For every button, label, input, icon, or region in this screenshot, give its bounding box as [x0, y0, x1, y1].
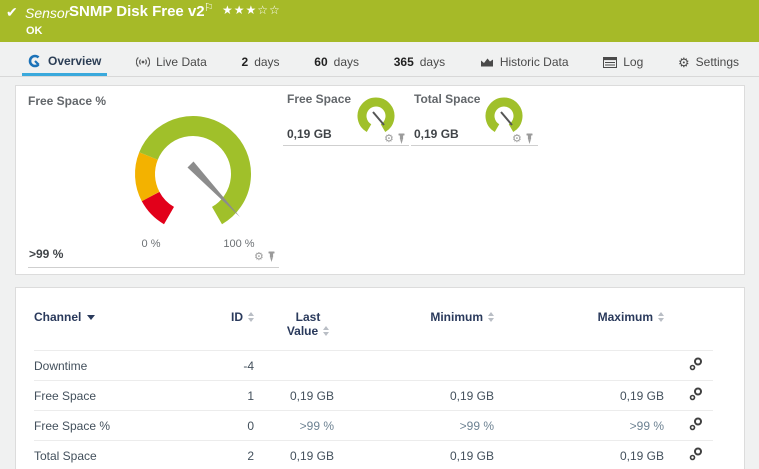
area-chart-icon [480, 58, 493, 67]
channel-name: Free Space [34, 380, 204, 411]
sensor-type-label: Sensor [25, 5, 70, 21]
tab-label: days [254, 55, 280, 69]
free-space-value: 0,19 GB [287, 127, 332, 141]
tab-label: Historic Data [499, 55, 569, 69]
cell-divider [283, 145, 409, 146]
sort-icon [323, 325, 330, 336]
channel-last-value [254, 350, 334, 381]
channel-minimum: >99 % [459, 418, 494, 433]
gauge-settings-gear-icon[interactable]: ⚙ [384, 133, 394, 145]
cell-divider [28, 267, 279, 268]
channel-gears-icon [689, 447, 702, 461]
tab-label: Live Data [156, 55, 207, 69]
table-row: Free Space % 0 >99 % >99 % >99 % [34, 410, 713, 441]
channel-id: 0 [204, 410, 254, 441]
cell-divider [411, 145, 538, 146]
pin-icon[interactable] [397, 133, 406, 145]
status-ok-check-icon: ✔ [6, 4, 18, 20]
channel-last-value: 0,19 GB [254, 380, 334, 411]
channel-settings-button[interactable] [689, 357, 713, 374]
stars-empty[interactable]: ☆☆ [257, 3, 281, 17]
tab-label: Overview [48, 53, 102, 68]
gauge-settings-gear-icon[interactable]: ⚙ [512, 133, 522, 145]
priority-flag-icon[interactable]: ⚐ [204, 1, 214, 14]
live-signal-icon [136, 56, 151, 68]
prtg-sensor-page: ✔ Sensor SNMP Disk Free v2 ⚐ ★★★☆☆ OK Ov… [0, 0, 759, 469]
pin-icon[interactable] [267, 251, 276, 263]
tab-historic-data[interactable]: Historic Data [474, 48, 575, 76]
log-list-icon [603, 56, 618, 68]
channel-maximum: >99 % [629, 418, 664, 433]
gauge-tools: ⚙ [254, 251, 276, 263]
sort-icon [488, 311, 494, 322]
channel-name: Downtime [34, 350, 204, 381]
table-row: Downtime -4 [34, 350, 713, 381]
tab-60-days[interactable]: 60 days [308, 48, 365, 76]
channel-last-value: 0,19 GB [254, 440, 334, 469]
free-space-pct-gauge [135, 116, 251, 225]
channel-minimum [334, 350, 494, 381]
gauge-title-free-space-pct: Free Space % [28, 94, 107, 108]
table-row: Total Space 2 0,19 GB 0,19 GB 0,19 GB [34, 440, 713, 469]
tab-live-data[interactable]: Live Data [130, 48, 213, 76]
column-header-maximum[interactable]: Maximum [494, 302, 664, 351]
gauge-tools: ⚙ [512, 133, 534, 145]
tab-label: Log [623, 55, 644, 69]
tab-log[interactable]: Log [597, 48, 649, 76]
channel-gears-icon [689, 417, 702, 431]
overview-gauges-panel: Free Space % 0 % 100 % >99 % ⚙ Free Spac… [15, 85, 745, 275]
gauge-title-free-space: Free Space [287, 92, 352, 106]
tab-label: days [333, 55, 359, 69]
channel-name: Total Space [34, 440, 204, 469]
gauge-title-total-space: Total Space [414, 92, 481, 106]
gauge-tools: ⚙ [384, 133, 406, 145]
channel-maximum: 0,19 GB [494, 380, 664, 411]
channel-gears-icon [689, 387, 702, 401]
column-header-minimum[interactable]: Minimum [334, 302, 494, 351]
total-space-value: 0,19 GB [414, 127, 459, 141]
channel-id: 2 [204, 440, 254, 469]
table-row: Free Space 1 0,19 GB 0,19 GB 0,19 GB [34, 380, 713, 411]
gauge-icon [28, 54, 42, 67]
free-space-pct-value: >99 % [29, 247, 64, 261]
channel-settings-button[interactable] [689, 387, 713, 404]
channel-minimum: 0,19 GB [334, 380, 494, 411]
column-header-channel[interactable]: Channel [34, 302, 204, 351]
gear-icon: ⚙ [677, 54, 690, 70]
tab-settings[interactable]: ⚙ Settings [672, 48, 745, 76]
tab-label: days [419, 55, 446, 69]
sort-icon [658, 311, 664, 322]
channel-last-value: >99 % [299, 418, 334, 433]
column-header-actions [664, 302, 713, 351]
tab-365-days[interactable]: 365 days [388, 48, 451, 76]
priority-star-rating[interactable]: ★★★☆☆ [222, 3, 281, 17]
tab-label: Settings [695, 55, 739, 69]
channel-settings-button[interactable] [689, 417, 713, 434]
column-header-id[interactable]: ID [204, 302, 254, 351]
tab-bar: Overview Live Data 2 days 60 days 365 da… [0, 48, 759, 77]
channel-id: -4 [204, 350, 254, 381]
channels-table: Channel ID Last Value Minimum Maximum Do… [34, 302, 713, 469]
channels-panel: Channel ID Last Value Minimum Maximum Do… [15, 287, 745, 469]
sensor-title: SNMP Disk Free v2 [69, 3, 205, 20]
channel-gears-icon [689, 357, 702, 371]
stars-filled[interactable]: ★★★ [222, 3, 257, 17]
chevron-down-icon [87, 315, 96, 321]
channel-id: 1 [204, 380, 254, 411]
gauge-settings-gear-icon[interactable]: ⚙ [254, 251, 264, 263]
tab-overview[interactable]: Overview [22, 48, 108, 76]
status-badge: OK [26, 25, 43, 37]
channel-maximum [494, 350, 664, 381]
column-header-last-value[interactable]: Last Value [254, 302, 334, 351]
pin-icon[interactable] [525, 133, 534, 145]
channel-name: Free Space % [34, 410, 204, 441]
channel-settings-button[interactable] [689, 447, 713, 464]
sort-icon [248, 311, 254, 322]
channel-minimum: 0,19 GB [334, 440, 494, 469]
channel-maximum: 0,19 GB [494, 440, 664, 469]
gauge-scale-min: 0 % [141, 238, 161, 250]
tab-2-days[interactable]: 2 days [236, 48, 286, 76]
gauge-scale-max: 100 % [223, 238, 255, 250]
sensor-header: ✔ Sensor SNMP Disk Free v2 ⚐ ★★★☆☆ OK [0, 0, 759, 42]
